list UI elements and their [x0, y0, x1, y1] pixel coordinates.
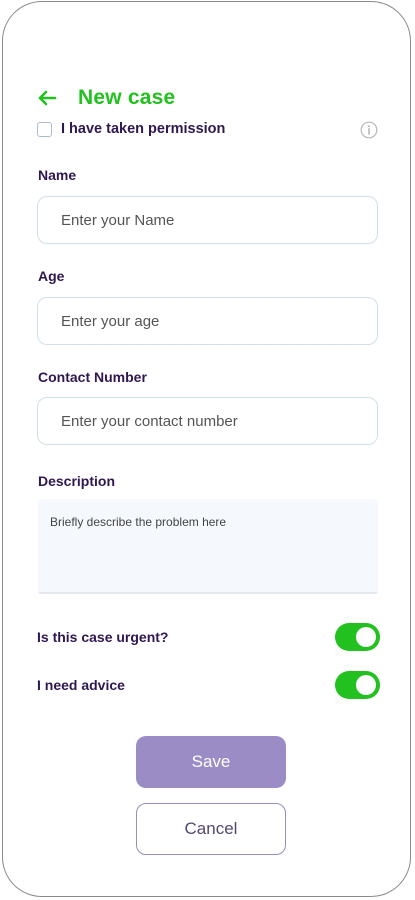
permission-row: I have taken permission	[37, 121, 225, 137]
name-label: Name	[38, 167, 77, 183]
arrow-left-icon[interactable]	[36, 87, 58, 109]
advice-toggle[interactable]	[335, 671, 380, 699]
urgent-toggle[interactable]	[335, 623, 380, 651]
urgent-label: Is this case urgent?	[37, 629, 169, 645]
info-icon[interactable]	[360, 121, 378, 139]
age-label: Age	[38, 268, 65, 284]
permission-label: I have taken permission	[61, 121, 226, 137]
header: New case	[36, 84, 175, 112]
description-label: Description	[38, 473, 116, 489]
permission-checkbox[interactable]	[37, 121, 52, 137]
contact-label: Contact Number	[38, 369, 147, 385]
description-textarea[interactable]: Briefly describe the problem here	[38, 499, 378, 594]
toggle-knob	[356, 675, 376, 695]
name-input[interactable]: Enter your Name	[37, 196, 378, 244]
save-button[interactable]: Save	[136, 736, 286, 788]
page-title: New case	[78, 86, 176, 109]
cancel-button[interactable]: Cancel	[136, 803, 286, 855]
age-input[interactable]: Enter your age	[37, 297, 378, 345]
toggle-knob	[356, 627, 376, 647]
advice-label: I need advice	[37, 677, 125, 693]
contact-input[interactable]: Enter your contact number	[37, 397, 378, 445]
